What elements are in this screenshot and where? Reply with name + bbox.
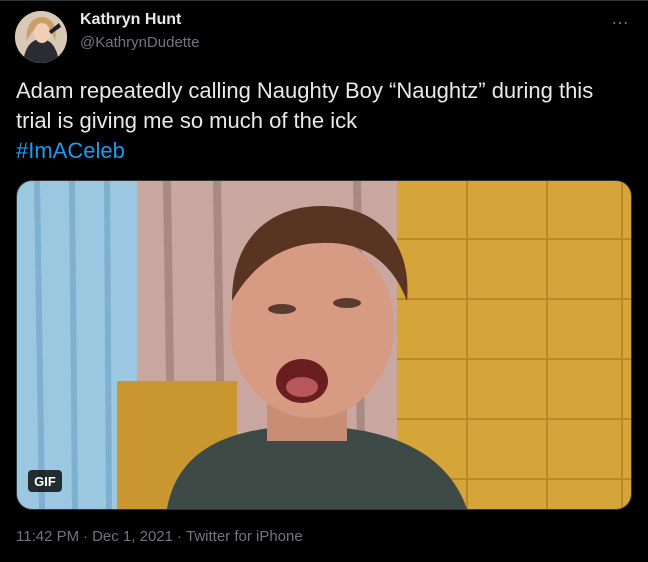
avatar[interactable] [15, 11, 67, 63]
tweet-text-block: Adam repeatedly calling Naughty Boy “Nau… [16, 76, 628, 166]
author-handle[interactable]: @KathrynDudette [80, 34, 199, 51]
tweet-source[interactable]: Twitter for iPhone [186, 528, 303, 545]
author-name[interactable]: Kathryn Hunt [80, 11, 181, 29]
tweet-body: Adam repeatedly calling Naughty Boy “Nau… [16, 78, 594, 133]
tweet-date[interactable]: Dec 1, 2021 [92, 528, 173, 545]
meta-separator: · [83, 528, 89, 545]
tweet-meta: 11:42 PM · Dec 1, 2021 · Twitter for iPhone [16, 528, 303, 545]
profile-photo-icon [15, 11, 67, 63]
more-options-icon[interactable]: … [611, 8, 630, 29]
hashtag-link[interactable]: #ImACeleb [16, 138, 125, 163]
top-divider [0, 0, 648, 1]
gif-frame-image [17, 181, 631, 509]
gif-media[interactable]: GIF [16, 180, 632, 510]
meta-separator: · [176, 528, 182, 545]
gif-badge: GIF [28, 470, 62, 492]
tweet-time[interactable]: 11:42 PM [16, 528, 79, 545]
